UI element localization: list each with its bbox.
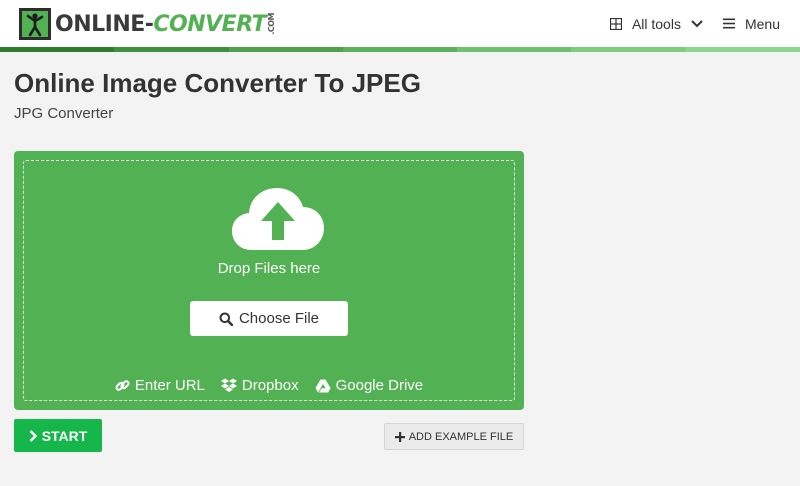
start-button[interactable]: START <box>14 419 102 452</box>
dropbox-label: Dropbox <box>241 377 299 394</box>
page-title: Online Image Converter To JPEG <box>14 68 421 98</box>
menu-label: Menu <box>744 15 780 32</box>
add-example-file-label: ADD EXAMPLE FILE <box>408 430 514 443</box>
enter-url-link[interactable]: Enter URL <box>115 377 205 394</box>
chevron-right-icon <box>29 429 37 442</box>
google-drive-icon <box>315 379 331 392</box>
logo-figure-icon <box>19 8 51 40</box>
chevron-down-icon <box>691 19 703 27</box>
dropbox-icon <box>220 378 237 392</box>
enter-url-label: Enter URL <box>134 377 205 394</box>
stripe-segment <box>571 47 686 52</box>
page-subtitle: JPG Converter <box>14 105 114 122</box>
all-tools-label: All tools <box>631 15 681 32</box>
drop-files-text: Drop Files here <box>217 260 321 277</box>
top-nav: All tools Menu <box>609 0 780 47</box>
hamburger-icon <box>722 18 735 29</box>
stripe-segment <box>0 47 115 52</box>
stripe-segment <box>457 47 572 52</box>
logo-text-main: ONLINE- <box>55 11 154 37</box>
site-header: ONLINE- CONVERT .COM All tools Menu <box>0 0 800 47</box>
choose-file-button[interactable]: Choose File <box>190 301 348 336</box>
stripe-segment <box>342 47 458 52</box>
site-logo[interactable]: ONLINE- CONVERT .COM <box>19 8 276 40</box>
start-label: START <box>41 427 88 444</box>
dropbox-link[interactable]: Dropbox <box>220 377 299 394</box>
stripe-segment <box>228 47 343 52</box>
header-color-stripe <box>0 47 800 52</box>
dropzone-dashed-border: Drop Files here Choose File Enter URL Dr… <box>23 160 515 401</box>
upload-sources: Enter URL Dropbox Google Drive <box>24 377 514 394</box>
logo-text-com: .COM <box>267 13 277 35</box>
choose-file-label: Choose File <box>238 310 320 327</box>
menu-button[interactable]: Menu <box>722 15 780 32</box>
search-icon <box>219 312 233 326</box>
file-dropzone[interactable]: Drop Files here Choose File Enter URL Dr… <box>14 151 524 410</box>
all-tools-dropdown[interactable]: All tools <box>609 15 703 32</box>
logo-wordmark: ONLINE- CONVERT .COM <box>55 12 276 37</box>
google-drive-label: Google Drive <box>335 377 424 394</box>
add-example-file-button[interactable]: ADD EXAMPLE FILE <box>384 423 524 450</box>
stripe-segment <box>114 47 229 52</box>
link-icon <box>115 380 130 391</box>
plus-icon <box>394 431 405 442</box>
google-drive-link[interactable]: Google Drive <box>315 377 424 394</box>
logo-text-accent: CONVERT <box>153 11 267 37</box>
cloud-upload-icon <box>232 188 324 250</box>
grid-icon <box>609 17 622 30</box>
stripe-segment <box>685 47 800 52</box>
